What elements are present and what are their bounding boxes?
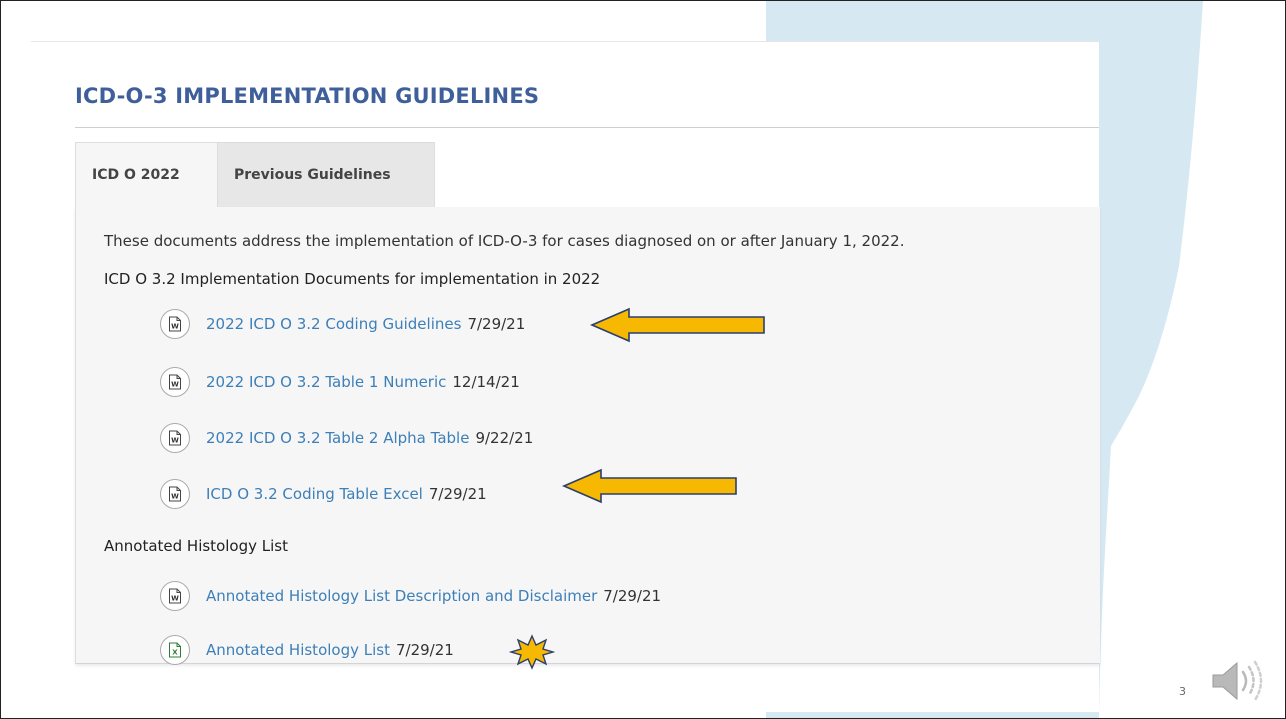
- document-date: 9/22/21: [475, 429, 534, 447]
- word-document-icon[interactable]: W: [160, 309, 190, 339]
- tab-panel: These documents address the implementati…: [75, 207, 1100, 667]
- document-date: 12/14/21: [452, 373, 520, 391]
- svg-text:W: W: [171, 493, 179, 501]
- document-date: 7/29/21: [395, 641, 454, 659]
- tab-icd-o-2022[interactable]: ICD O 2022: [75, 142, 217, 207]
- page-title: ICD-O-3 IMPLEMENTATION GUIDELINES: [75, 84, 540, 108]
- callout-arrow-icon: [561, 468, 737, 504]
- tab-label: Previous Guidelines: [234, 167, 391, 183]
- document-date: 7/29/21: [428, 485, 487, 503]
- document-link[interactable]: 2022 ICD O 3.2 Coding Guidelines: [206, 315, 461, 333]
- tab-label: ICD O 2022: [92, 167, 180, 183]
- document-date: 7/29/21: [467, 315, 526, 333]
- section-heading-implementation-documents: ICD O 3.2 Implementation Documents for i…: [104, 270, 601, 288]
- svg-text:W: W: [171, 381, 179, 389]
- intro-text: These documents address the implementati…: [104, 232, 905, 250]
- section-heading-annotated-histology: Annotated Histology List: [104, 537, 288, 555]
- list-item: W 2022 ICD O 3.2 Table 1 Numeric 12/14/2…: [160, 365, 520, 399]
- svg-text:W: W: [171, 437, 179, 445]
- slide-number: 3: [1179, 685, 1186, 698]
- document-link[interactable]: 2022 ICD O 3.2 Table 1 Numeric: [206, 373, 446, 391]
- content-card: ICD-O-3 IMPLEMENTATION GUIDELINES ICD O …: [31, 41, 1100, 712]
- svg-text:W: W: [171, 595, 179, 603]
- callout-star-icon: [509, 634, 555, 670]
- list-item: W 2022 ICD O 3.2 Table 2 Alpha Table 9/2…: [160, 421, 533, 455]
- word-document-icon[interactable]: W: [160, 423, 190, 453]
- document-link[interactable]: 2022 ICD O 3.2 Table 2 Alpha Table: [206, 429, 469, 447]
- list-item: W 2022 ICD O 3.2 Coding Guidelines 7/29/…: [160, 307, 525, 341]
- document-date: 7/29/21: [603, 587, 662, 605]
- callout-arrow-icon: [589, 307, 765, 343]
- tab-previous-guidelines[interactable]: Previous Guidelines: [217, 142, 435, 207]
- svg-text:W: W: [171, 323, 179, 331]
- title-divider: [75, 127, 1099, 128]
- excel-document-icon[interactable]: X: [160, 635, 190, 665]
- list-item: X Annotated Histology List 7/29/21: [160, 633, 454, 667]
- word-document-icon[interactable]: W: [160, 367, 190, 397]
- list-item: W ICD O 3.2 Coding Table Excel 7/29/21: [160, 477, 487, 511]
- document-link[interactable]: Annotated Histology List Description and…: [206, 587, 597, 605]
- list-item: W Annotated Histology List Description a…: [160, 579, 661, 613]
- svg-text:X: X: [172, 649, 178, 657]
- document-link[interactable]: ICD O 3.2 Coding Table Excel: [206, 485, 423, 503]
- speaker-icon[interactable]: [1209, 659, 1267, 703]
- word-document-icon[interactable]: W: [160, 479, 190, 509]
- slide: ICD-O-3 IMPLEMENTATION GUIDELINES ICD O …: [0, 0, 1286, 719]
- document-link[interactable]: Annotated Histology List: [206, 641, 390, 659]
- word-document-icon[interactable]: W: [160, 581, 190, 611]
